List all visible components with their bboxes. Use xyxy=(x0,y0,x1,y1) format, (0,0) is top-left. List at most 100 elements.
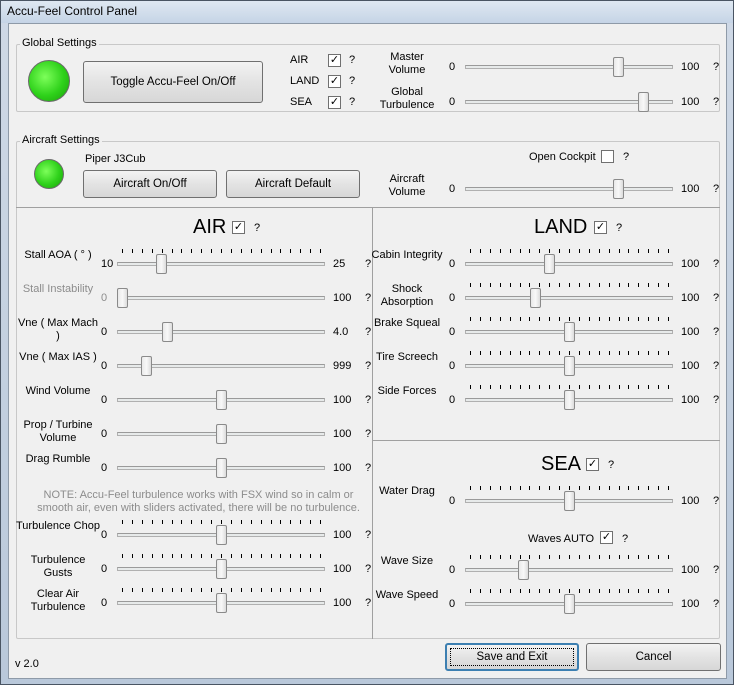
air-slider-1-thumb[interactable] xyxy=(117,288,128,308)
aircraft-default-button[interactable]: Aircraft Default xyxy=(226,170,360,198)
version-label: v 2.0 xyxy=(15,658,39,670)
sea-slider-1-tick xyxy=(619,589,620,593)
sea-section-checkbox[interactable]: ✓ xyxy=(586,458,599,471)
land-slider-3-help[interactable]: ? xyxy=(713,360,719,372)
global-turbulence-thumb[interactable] xyxy=(638,92,649,112)
land-slider-4-thumb[interactable] xyxy=(564,390,575,410)
sea-section-help[interactable]: ? xyxy=(608,459,614,471)
air-slider-2-thumb[interactable] xyxy=(162,322,173,342)
air-slider-2-track[interactable] xyxy=(117,330,325,334)
land-slider-1-track[interactable] xyxy=(465,296,673,300)
land-slider-2-thumb[interactable] xyxy=(564,322,575,342)
toggle-accufeel-button[interactable]: Toggle Accu-Feel On/Off xyxy=(83,61,263,103)
sea-slider-0-tick xyxy=(520,555,521,559)
air-slider-6-help[interactable]: ? xyxy=(365,462,371,474)
sea-water-drag-help[interactable]: ? xyxy=(713,495,719,507)
sea-slider-0-tick xyxy=(490,555,491,559)
land-section-checkbox[interactable]: ✓ xyxy=(594,221,607,234)
global-turbulence-min: 0 xyxy=(449,96,456,108)
land-slider-3-tick xyxy=(638,351,639,355)
master-volume-help[interactable]: ? xyxy=(713,61,719,73)
air-slider-6-thumb[interactable] xyxy=(216,458,227,478)
land-slider-2-tick xyxy=(500,317,501,321)
aircraft-onoff-button[interactable]: Aircraft On/Off xyxy=(83,170,217,198)
global-check-help-land[interactable]: ? xyxy=(349,75,355,87)
land-slider-2-tick xyxy=(638,317,639,321)
air-slider-1-track[interactable] xyxy=(117,296,325,300)
open-cockpit-checkbox[interactable] xyxy=(601,150,614,163)
land-slider-1-tick xyxy=(668,283,669,287)
land-slider-1-help[interactable]: ? xyxy=(713,292,719,304)
global-check-land[interactable]: ✓ xyxy=(328,75,341,88)
sea-slider-0-thumb[interactable] xyxy=(518,560,529,580)
air-slider-0-tick xyxy=(221,249,222,253)
sea-slider-1-thumb[interactable] xyxy=(564,594,575,614)
air-turb-slider-2-tick xyxy=(231,588,232,592)
land-slider-0-tick xyxy=(539,249,540,253)
air-slider-6-min: 0 xyxy=(101,462,108,474)
aircraft-volume-help[interactable]: ? xyxy=(713,183,719,195)
land-slider-1-tick xyxy=(658,283,659,287)
air-section-help[interactable]: ? xyxy=(254,222,260,234)
global-check-help-sea[interactable]: ? xyxy=(349,96,355,108)
global-settings-legend: Global Settings xyxy=(20,37,99,49)
master-volume-thumb[interactable] xyxy=(613,57,624,77)
land-slider-1-tick xyxy=(609,283,610,287)
land-slider-3-tick xyxy=(589,351,590,355)
aircraft-volume-track[interactable] xyxy=(465,187,673,191)
waves-auto-help[interactable]: ? xyxy=(622,533,628,545)
air-turb-slider-0-tick xyxy=(142,520,143,524)
air-slider-0-tick xyxy=(231,249,232,253)
air-slider-5-thumb[interactable] xyxy=(216,424,227,444)
land-slider-3-tick xyxy=(470,351,471,355)
aircraft-volume-thumb[interactable] xyxy=(613,179,624,199)
sea-slider-1-help[interactable]: ? xyxy=(713,598,719,610)
master-volume-track[interactable] xyxy=(465,65,673,69)
sea-slider-0-help[interactable]: ? xyxy=(713,564,719,576)
air-slider-3-thumb[interactable] xyxy=(141,356,152,376)
air-turb-slider-1-tick xyxy=(300,554,301,558)
global-turbulence-help[interactable]: ? xyxy=(713,96,719,108)
save-and-exit-button[interactable]: Save and Exit xyxy=(445,643,579,671)
air-section-checkbox[interactable]: ✓ xyxy=(232,221,245,234)
air-turb-slider-2-tick xyxy=(300,588,301,592)
air-slider-4-thumb[interactable] xyxy=(216,390,227,410)
land-slider-4-help[interactable]: ? xyxy=(713,394,719,406)
global-check-help-air[interactable]: ? xyxy=(349,54,355,66)
air-slider-0-tick xyxy=(300,249,301,253)
air-turb-slider-2-thumb[interactable] xyxy=(216,593,227,613)
global-check-sea[interactable]: ✓ xyxy=(328,96,341,109)
sea-slider-0-track[interactable] xyxy=(465,568,673,572)
air-turb-slider-1-thumb[interactable] xyxy=(216,559,227,579)
air-turb-slider-0-help[interactable]: ? xyxy=(365,529,371,541)
land-slider-3-tick xyxy=(559,351,560,355)
land-slider-4-tick xyxy=(668,385,669,389)
air-turb-slider-1-tick xyxy=(142,554,143,558)
air-turb-slider-2-tick xyxy=(221,588,222,592)
land-slider-2-help[interactable]: ? xyxy=(713,326,719,338)
air-turb-slider-0-thumb[interactable] xyxy=(216,525,227,545)
sea-water-drag-tick xyxy=(619,486,620,490)
land-slider-0-track[interactable] xyxy=(465,262,673,266)
air-slider-0-track[interactable] xyxy=(117,262,325,266)
cancel-button[interactable]: Cancel xyxy=(586,643,721,671)
sea-water-drag-thumb[interactable] xyxy=(564,491,575,511)
global-check-air[interactable]: ✓ xyxy=(328,54,341,67)
land-section-help[interactable]: ? xyxy=(616,222,622,234)
air-slider-0-thumb[interactable] xyxy=(156,254,167,274)
land-slider-0-help[interactable]: ? xyxy=(713,258,719,270)
air-slider-5-help[interactable]: ? xyxy=(365,428,371,440)
air-slider-0-tick xyxy=(201,249,202,253)
land-slider-3-tick xyxy=(628,351,629,355)
waves-auto-checkbox[interactable]: ✓ xyxy=(600,531,613,544)
land-slider-1-thumb[interactable] xyxy=(530,288,541,308)
land-slider-3-thumb[interactable] xyxy=(564,356,575,376)
land-slider-1-tick xyxy=(638,283,639,287)
title-bar[interactable]: Accu-Feel Control Panel xyxy=(1,1,733,23)
land-slider-4-tick xyxy=(619,385,620,389)
sea-water-drag-tick xyxy=(500,486,501,490)
air-turb-slider-0-tick xyxy=(251,520,252,524)
air-turb-slider-2-tick xyxy=(251,588,252,592)
land-slider-0-thumb[interactable] xyxy=(544,254,555,274)
open-cockpit-help[interactable]: ? xyxy=(623,151,629,163)
